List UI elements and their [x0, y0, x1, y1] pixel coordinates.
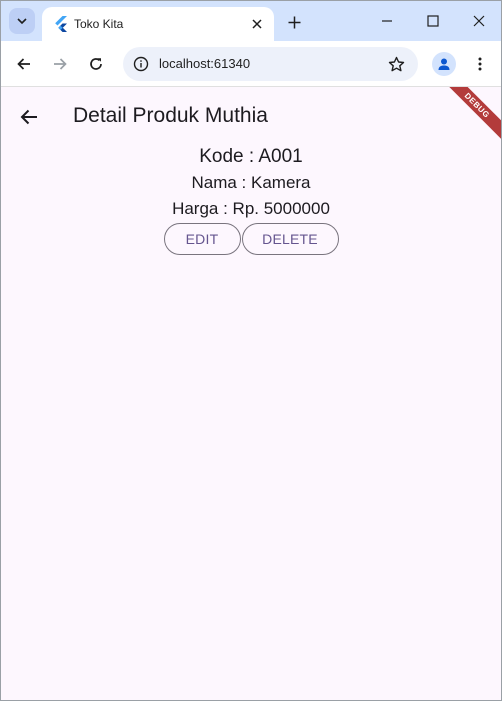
action-row: EDIT DELETE: [1, 223, 501, 255]
reload-button[interactable]: [84, 52, 108, 76]
app-bar: Detail Produk Muthia: [1, 87, 501, 143]
chevron-down-icon: [17, 18, 27, 25]
person-icon: [438, 58, 450, 70]
tab-strip: Toko Kita: [1, 1, 501, 41]
product-code: Kode : A001: [199, 146, 303, 167]
close-icon: [252, 19, 262, 29]
forward-nav-button[interactable]: [48, 52, 72, 76]
close-window-button[interactable]: [467, 9, 491, 33]
arrow-right-icon: [54, 58, 67, 70]
tab-close-button[interactable]: [248, 15, 266, 33]
minimize-icon: [382, 20, 392, 22]
edit-button[interactable]: EDIT: [163, 223, 241, 255]
browser-menu-button[interactable]: [468, 52, 492, 76]
back-nav-button[interactable]: [12, 52, 36, 76]
product-price: Harga : Rp. 5000000: [172, 199, 330, 218]
minimize-button[interactable]: [375, 9, 399, 33]
flutter-icon: [55, 16, 67, 32]
new-tab-button[interactable]: [283, 11, 305, 33]
more-vert-icon: [478, 57, 482, 71]
product-detail: Kode : A001 Nama : Kamera Harga : Rp. 50…: [1, 145, 501, 255]
maximize-icon: [427, 15, 439, 27]
product-name: Nama : Kamera: [191, 173, 311, 192]
app-viewport: Detail Produk Muthia Kode : A001 Nama : …: [1, 87, 501, 700]
back-button[interactable]: [15, 103, 43, 131]
arrow-left-icon: [20, 109, 37, 125]
profile-button[interactable]: [432, 52, 456, 76]
address-bar[interactable]: localhost:61340: [123, 47, 418, 81]
browser-window: Toko Kita localhost:61340 Detail Produk …: [0, 0, 502, 701]
star-icon: [388, 56, 404, 71]
maximize-button[interactable]: [421, 9, 445, 33]
close-icon: [473, 15, 485, 27]
browser-tab[interactable]: Toko Kita: [42, 7, 274, 41]
reload-icon: [90, 58, 102, 70]
tab-title: Toko Kita: [74, 17, 124, 31]
plus-icon: [288, 16, 300, 28]
tab-search-button[interactable]: [9, 8, 35, 34]
bookmark-button[interactable]: [386, 54, 406, 74]
site-info-button[interactable]: [131, 54, 151, 74]
url-text: localhost:61340: [159, 56, 251, 71]
page-title: Detail Produk Muthia: [73, 104, 268, 127]
arrow-left-icon: [17, 58, 30, 70]
delete-button[interactable]: DELETE: [241, 223, 339, 255]
browser-toolbar: localhost:61340: [1, 41, 501, 87]
info-icon: [133, 56, 149, 72]
